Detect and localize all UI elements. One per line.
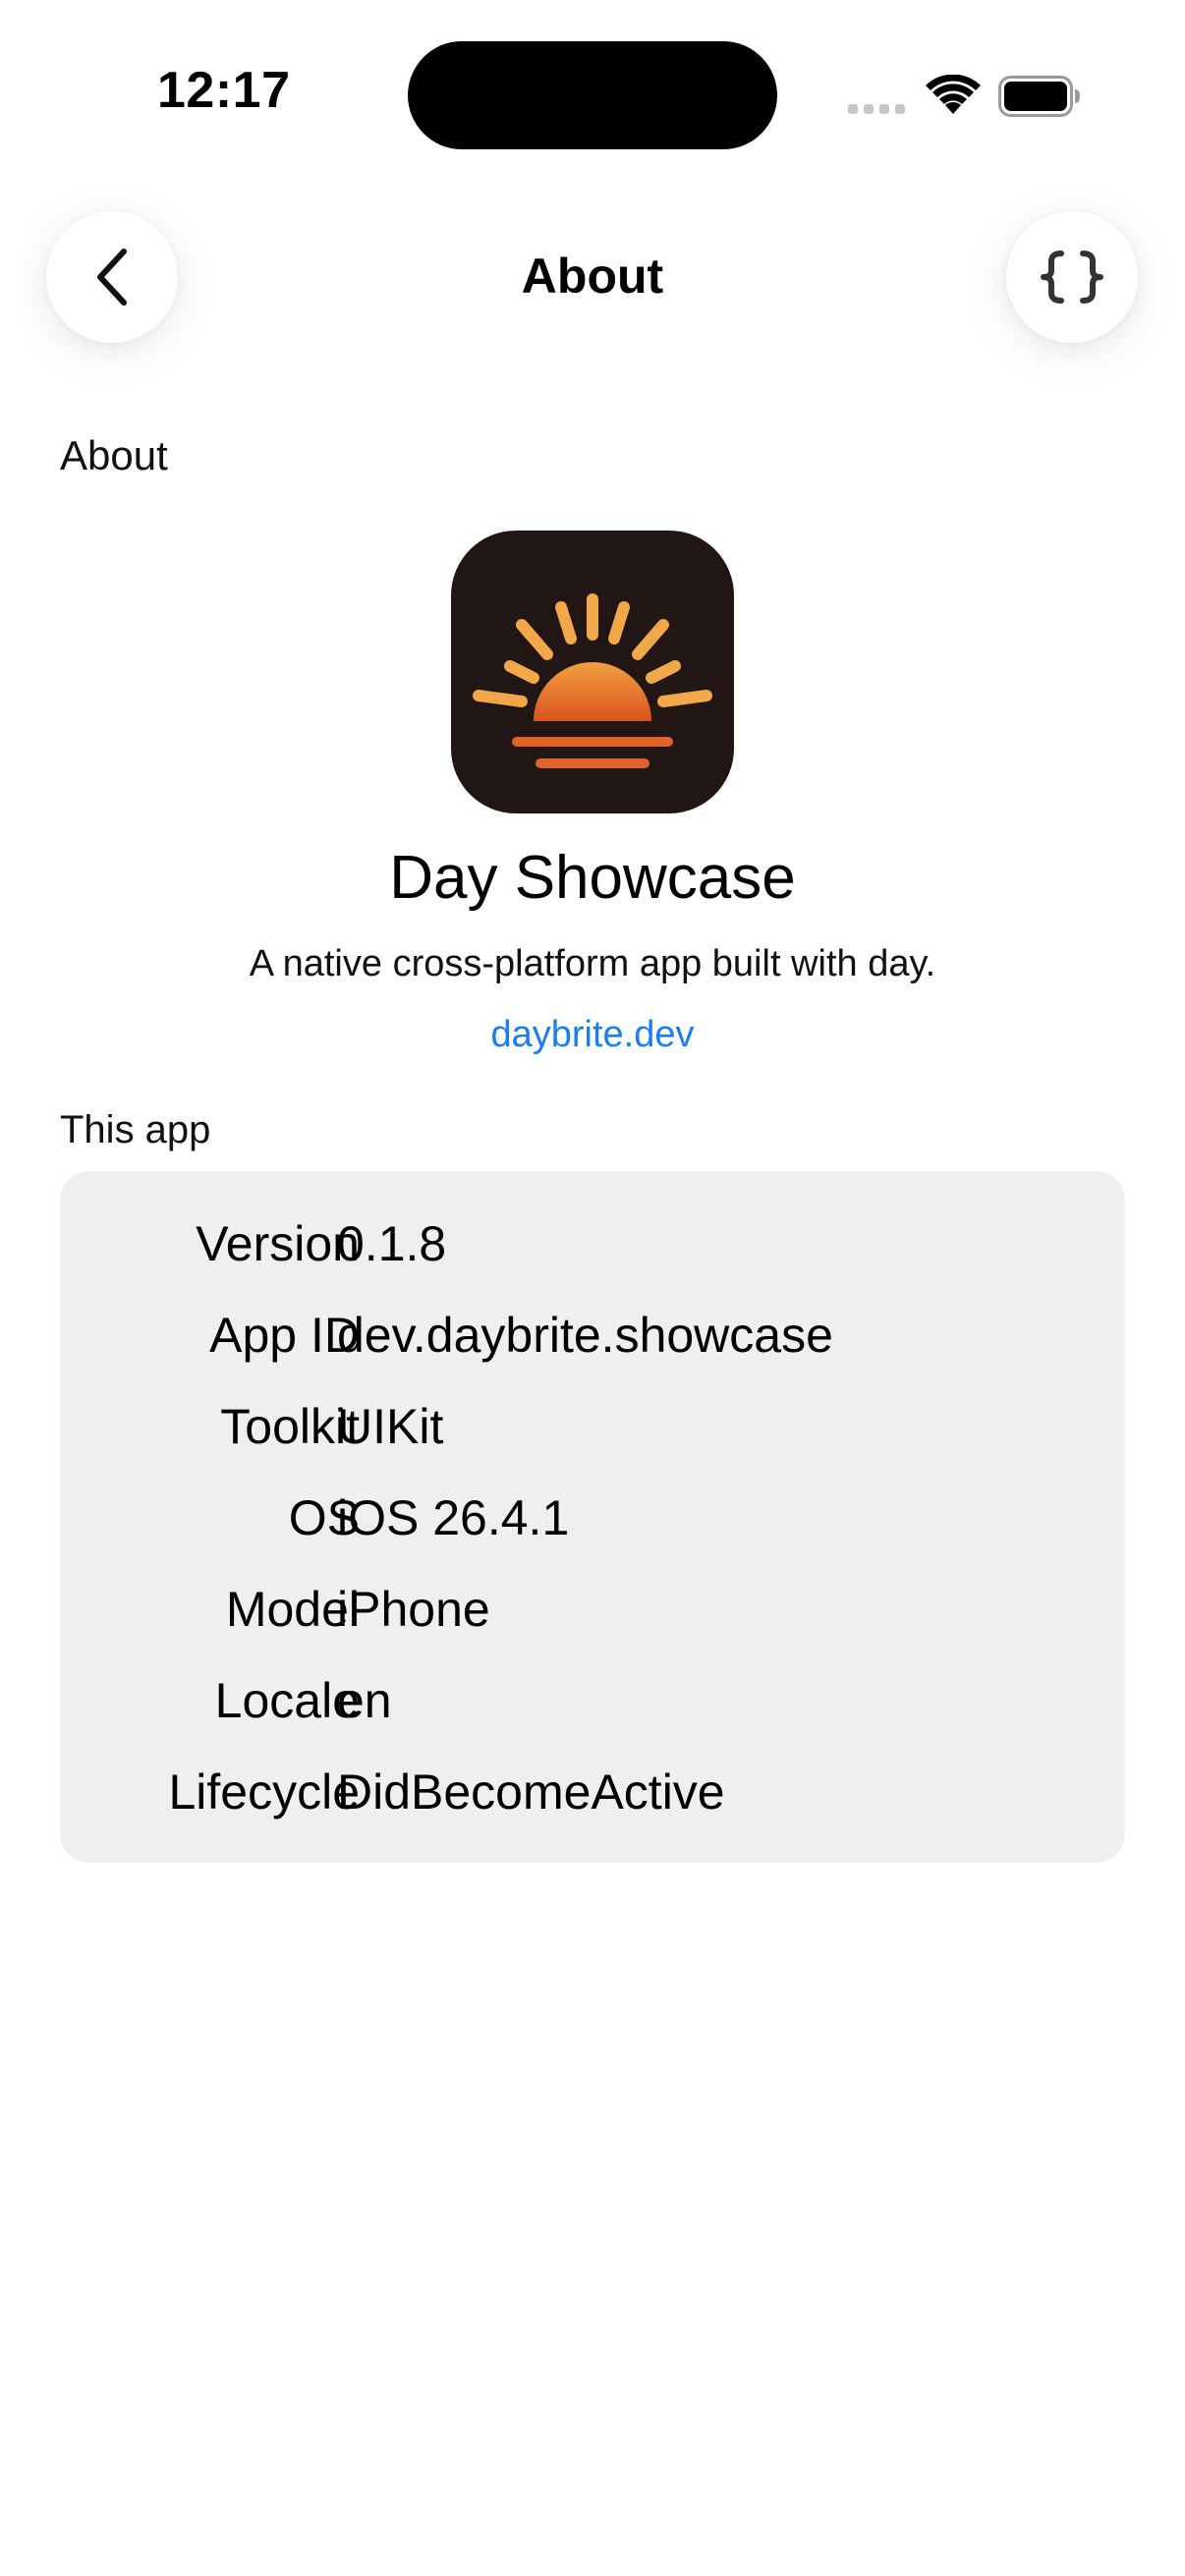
info-value: dev.daybrite.showcase xyxy=(337,1308,833,1363)
info-row-model: Model iPhone xyxy=(60,1580,1125,1639)
app-info-card: Version 0.1.8 App ID dev.daybrite.showca… xyxy=(60,1171,1125,1863)
info-row-os: OS iOS 26.4.1 xyxy=(60,1488,1125,1547)
info-key: Lifecycle xyxy=(168,1764,360,1820)
info-value: iOS 26.4.1 xyxy=(337,1490,570,1545)
app-name: Day Showcase xyxy=(389,844,796,912)
info-value: DidBecomeActive xyxy=(337,1764,725,1820)
info-row-lifecycle: Lifecycle DidBecomeActive xyxy=(60,1763,1125,1821)
section-heading-about: About xyxy=(60,432,168,478)
status-time: 12:17 xyxy=(157,62,291,119)
info-row-toolkit: Toolkit UIKit xyxy=(60,1397,1125,1456)
section-heading-this-app: This app xyxy=(60,1108,211,1151)
info-value: en xyxy=(337,1673,392,1728)
cellular-signal-icon xyxy=(848,104,905,114)
wifi-icon xyxy=(926,75,981,114)
info-row-version: Version 0.1.8 xyxy=(60,1214,1125,1273)
info-value: 0.1.8 xyxy=(337,1216,447,1271)
source-code-button[interactable] xyxy=(1006,211,1138,343)
battery-icon xyxy=(998,76,1080,117)
info-value: UIKit xyxy=(337,1399,444,1454)
website-link[interactable]: daybrite.dev xyxy=(0,1014,1185,1056)
info-value: iPhone xyxy=(337,1582,490,1637)
info-row-locale: Locale en xyxy=(60,1671,1125,1730)
info-row-app-id: App ID dev.daybrite.showcase xyxy=(60,1306,1125,1365)
status-bar: 12:17 xyxy=(0,0,1185,187)
dynamic-island xyxy=(408,41,777,149)
app-description: A native cross-platform app built with d… xyxy=(249,943,936,984)
info-key: Version xyxy=(196,1216,360,1271)
curly-braces-icon xyxy=(1041,251,1103,304)
sunrise-app-icon xyxy=(451,531,734,813)
